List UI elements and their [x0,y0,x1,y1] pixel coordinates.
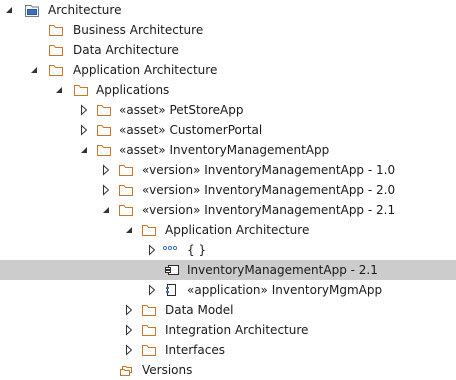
tree-label: «asset» InventoryManagementApp [119,143,330,157]
component-icon [163,260,181,280]
folder-icon [141,300,159,320]
tree-label: { } [187,243,207,257]
tree-row-petstoreapp[interactable]: «asset» PetStoreApp [0,100,456,120]
folder-icon [118,180,136,200]
collapsed-arrow-icon[interactable] [79,100,89,120]
tree-row-imapp-2-1[interactable]: InventoryManagementApp - 2.1 [0,260,456,280]
folder-icon [48,20,66,40]
tree-row-data-model[interactable]: Data Model [0,300,456,320]
folder-icon [141,340,159,360]
expanded-arrow-icon[interactable] [124,220,134,240]
tree-label: Interfaces [165,343,225,357]
package-icon [23,0,41,20]
tree-label: «version» InventoryManagementApp - 2.0 [142,183,396,197]
expanded-arrow-icon[interactable] [79,140,89,160]
folder-icon [48,40,66,60]
tree-label: Application Architecture [73,63,218,77]
tree-label: InventoryManagementApp - 2.1 [187,263,378,277]
tree-label: Data Model [165,303,234,317]
versions-icon [118,360,136,380]
collapsed-arrow-icon[interactable] [101,180,111,200]
tree-label: Business Architecture [73,23,204,37]
collapsed-arrow-icon[interactable] [147,280,157,300]
folder-icon [96,100,114,120]
tree-row-version-2-1[interactable]: «version» InventoryManagementApp - 2.1 [0,200,456,220]
tree-label: Applications [96,83,170,97]
folder-icon [141,220,159,240]
collapsed-arrow-icon[interactable] [79,120,89,140]
tree-row-data-architecture[interactable]: Data Architecture [0,40,456,60]
expanded-arrow-icon[interactable] [4,0,14,20]
dots-icon [162,240,180,260]
tree-label: Versions [142,363,193,377]
tree-label: «asset» PetStoreApp [119,103,244,117]
project-browser-tree: Architecture Business Architecture Data … [0,0,456,377]
tree-row-braces[interactable]: { } [0,240,456,260]
folder-icon [96,120,114,140]
tree-row-app-architecture-inner[interactable]: Application Architecture [0,220,456,240]
collapsed-arrow-icon[interactable] [124,340,134,360]
tree-row-customerportal[interactable]: «asset» CustomerPortal [0,120,456,140]
folder-icon [118,160,136,180]
collapsed-arrow-icon[interactable] [147,240,157,260]
expanded-arrow-icon[interactable] [101,200,111,220]
tree-label: Integration Architecture [165,323,309,337]
tree-label: Application Architecture [165,223,310,237]
tree-row-version-1-0[interactable]: «version» InventoryManagementApp - 1.0 [0,160,456,180]
expanded-arrow-icon[interactable] [54,80,64,100]
folder-icon [48,60,66,80]
tree-label: «application» InventoryMgmApp [187,283,383,297]
tree-row-versions[interactable]: Versions [0,360,456,380]
tree-row-interfaces[interactable]: Interfaces [0,340,456,360]
tree-label: «version» InventoryManagementApp - 2.1 [142,203,396,217]
tree-row-inventorymanagementapp[interactable]: «asset» InventoryManagementApp [0,140,456,160]
application-icon [163,280,181,300]
tree-row-architecture[interactable]: Architecture [0,0,456,20]
folder-icon [73,80,91,100]
folder-icon [96,140,114,160]
folder-icon [118,200,136,220]
tree-row-business-architecture[interactable]: Business Architecture [0,20,456,40]
tree-row-application-architecture[interactable]: Application Architecture [0,60,456,80]
tree-label: «version» InventoryManagementApp - 1.0 [142,163,396,177]
expanded-arrow-icon[interactable] [29,60,39,80]
tree-label: «asset» CustomerPortal [119,123,263,137]
tree-label: Data Architecture [73,43,179,57]
collapsed-arrow-icon[interactable] [124,320,134,340]
tree-row-inventorymgmapp[interactable]: «application» InventoryMgmApp [0,280,456,300]
collapsed-arrow-icon[interactable] [124,300,134,320]
collapsed-arrow-icon[interactable] [101,160,111,180]
tree-row-version-2-0[interactable]: «version» InventoryManagementApp - 2.0 [0,180,456,200]
tree-row-integration-architecture[interactable]: Integration Architecture [0,320,456,340]
tree-label: Architecture [48,3,122,17]
tree-row-applications[interactable]: Applications [0,80,456,100]
folder-icon [141,320,159,340]
